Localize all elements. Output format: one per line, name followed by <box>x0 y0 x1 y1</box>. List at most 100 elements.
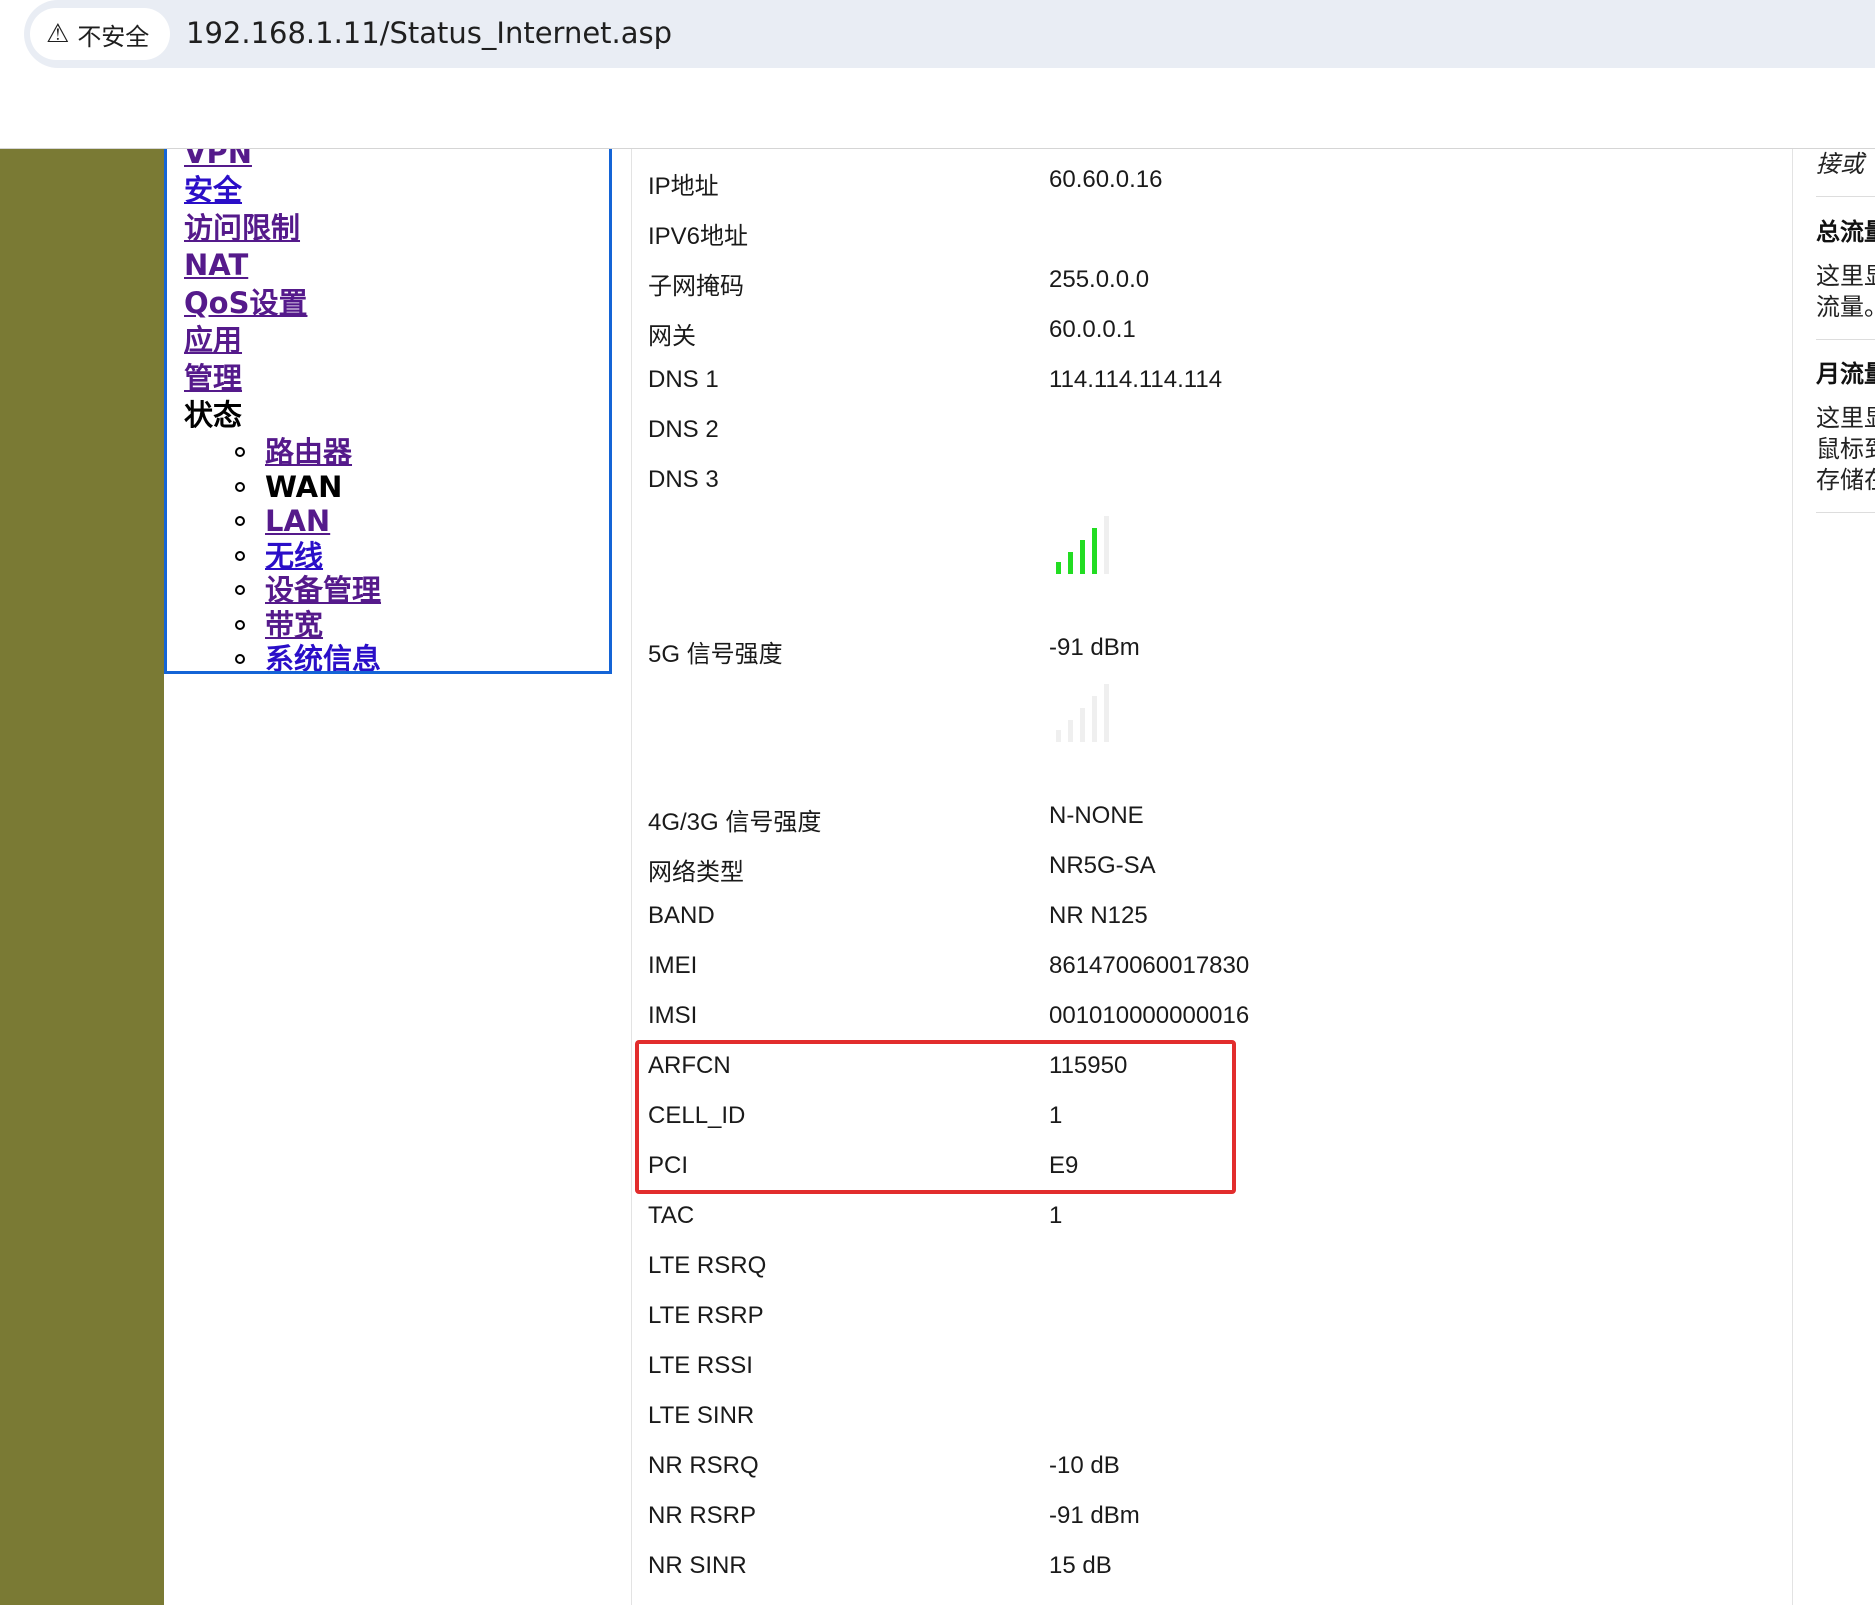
help-divider <box>1816 196 1875 197</box>
submenu-label[interactable]: 带宽 <box>265 608 323 642</box>
help-text: 这里显 <box>1816 262 1875 290</box>
row-label: TAC <box>648 1202 695 1229</box>
row-label: NR RSRP <box>648 1502 757 1529</box>
help-text: 接或 <box>1816 150 1864 178</box>
row-value: 861470060017830 <box>1049 952 1250 979</box>
row-label: IPV6地址 <box>648 223 749 250</box>
highlight-annotation <box>635 1040 1236 1194</box>
security-indicator[interactable]: ⚠ 不安全 <box>30 8 170 60</box>
submenu-item-device-management[interactable]: 设备管理 <box>235 573 381 607</box>
warning-icon: ⚠ <box>46 19 70 49</box>
navigation-menu: VPN 安全 访问限制 NAT QoS设置 应用 管理 状态 路由器 WAN L… <box>164 149 612 674</box>
submenu-item-wireless[interactable]: 无线 <box>235 539 323 573</box>
submenu-item-bandwidth[interactable]: 带宽 <box>235 608 323 642</box>
menu-item-access-restriction[interactable]: 访问限制 <box>184 210 300 246</box>
signal-bar <box>1092 528 1097 574</box>
help-title: 月流量 <box>1816 360 1875 388</box>
row-value: NR5G-SA <box>1049 852 1156 879</box>
submenu-label[interactable]: 设备管理 <box>265 573 381 607</box>
help-divider <box>1816 512 1875 513</box>
row-label: LTE RSSI <box>648 1352 753 1379</box>
menu-item-security[interactable]: 安全 <box>184 172 242 208</box>
row-value: 1 <box>1049 1202 1063 1229</box>
help-text: 这里显 <box>1816 404 1875 432</box>
row-label: IMEI <box>648 952 698 979</box>
row-label: NR SINR <box>648 1552 747 1579</box>
signal-bar <box>1092 696 1097 742</box>
signal-bar <box>1056 730 1061 742</box>
bullet-icon <box>235 482 245 492</box>
row-label: LTE RSRP <box>648 1302 764 1329</box>
row-label: DNS 2 <box>648 416 719 443</box>
row-value: 001010000000016 <box>1049 1002 1250 1029</box>
column-divider <box>631 149 632 1605</box>
row-label: 5G 信号强度 <box>648 641 783 668</box>
signal-5g-icon <box>1056 516 1109 574</box>
menu-item-qos[interactable]: QoS设置 <box>184 285 307 321</box>
row-label: 4G/3G 信号强度 <box>648 809 822 836</box>
bullet-icon <box>235 654 245 664</box>
submenu-item-system-info[interactable]: 系统信息 <box>235 642 381 671</box>
menu-item-applications[interactable]: 应用 <box>184 322 242 358</box>
submenu-label: WAN <box>265 470 343 504</box>
help-panel: 接或 总流量 这里显 流量。 月流量 这里显 鼠标到 存储在 <box>1816 149 1875 1605</box>
bullet-icon <box>235 551 245 561</box>
bullet-icon <box>235 585 245 595</box>
row-value: -10 dB <box>1049 1452 1120 1479</box>
row-label: IP地址 <box>648 173 719 200</box>
row-value: -91 dBm <box>1049 634 1140 661</box>
row-value: 15 dB <box>1049 1552 1112 1579</box>
help-title: 总流量 <box>1816 218 1875 246</box>
row-value: 255.0.0.0 <box>1049 266 1150 293</box>
help-text: 鼠标到 <box>1816 435 1875 463</box>
submenu-label[interactable]: 系统信息 <box>265 642 381 671</box>
bullet-icon <box>235 516 245 526</box>
row-label: 子网掩码 <box>648 273 744 300</box>
signal-bar <box>1080 708 1085 742</box>
submenu-item-router[interactable]: 路由器 <box>235 435 352 469</box>
help-text: 存储在 <box>1816 466 1875 494</box>
row-label: 网关 <box>648 323 696 350</box>
row-label: LTE SINR <box>648 1402 755 1429</box>
menu-item-vpn[interactable]: VPN <box>184 149 252 171</box>
row-label: DNS 1 <box>648 366 719 393</box>
row-label: DNS 3 <box>648 466 719 493</box>
menu-item-nat[interactable]: NAT <box>184 247 248 283</box>
row-label: 网络类型 <box>648 859 744 886</box>
signal-bar <box>1068 720 1073 742</box>
row-label: NR RSRQ <box>648 1452 759 1479</box>
row-value: 60.0.0.1 <box>1049 316 1136 343</box>
signal-bar <box>1068 552 1073 574</box>
url-text[interactable]: 192.168.1.11/Status_Internet.asp <box>186 16 672 50</box>
router-status-page: VPN 安全 访问限制 NAT QoS设置 应用 管理 状态 路由器 WAN L… <box>0 149 1875 1605</box>
browser-toolbar: ⚠ 不安全 192.168.1.11/Status_Internet.asp <box>0 0 1875 149</box>
menu-item-status: 状态 <box>184 398 243 432</box>
submenu-item-wan: WAN <box>235 470 342 504</box>
row-value: NR N125 <box>1049 902 1148 929</box>
row-value: -91 dBm <box>1049 1502 1140 1529</box>
row-value: 60.60.0.16 <box>1049 166 1163 193</box>
row-value: N-NONE <box>1049 802 1144 829</box>
submenu-item-lan[interactable]: LAN <box>235 504 330 538</box>
left-decoration-bar <box>0 149 164 1605</box>
submenu-label[interactable]: 无线 <box>265 539 323 573</box>
row-label: BAND <box>648 902 715 929</box>
help-text: 流量。 <box>1816 293 1875 321</box>
bullet-icon <box>235 620 245 630</box>
signal-bar <box>1080 540 1085 574</box>
submenu-label[interactable]: 路由器 <box>265 435 352 469</box>
signal-bar <box>1104 516 1109 574</box>
bullet-icon <box>235 447 245 457</box>
security-label: 不安全 <box>77 22 150 51</box>
row-label: IMSI <box>648 1002 698 1029</box>
signal-bar <box>1056 562 1061 574</box>
signal-4g-icon <box>1056 684 1109 742</box>
help-divider <box>1816 339 1875 340</box>
submenu-label[interactable]: LAN <box>265 504 330 538</box>
menu-item-management[interactable]: 管理 <box>184 360 242 396</box>
row-value: 114.114.114.114 <box>1049 366 1223 393</box>
row-label: LTE RSRQ <box>648 1252 767 1279</box>
signal-bar <box>1104 684 1109 742</box>
address-bar[interactable]: ⚠ 不安全 192.168.1.11/Status_Internet.asp <box>24 0 1875 68</box>
column-divider <box>1792 149 1793 1605</box>
